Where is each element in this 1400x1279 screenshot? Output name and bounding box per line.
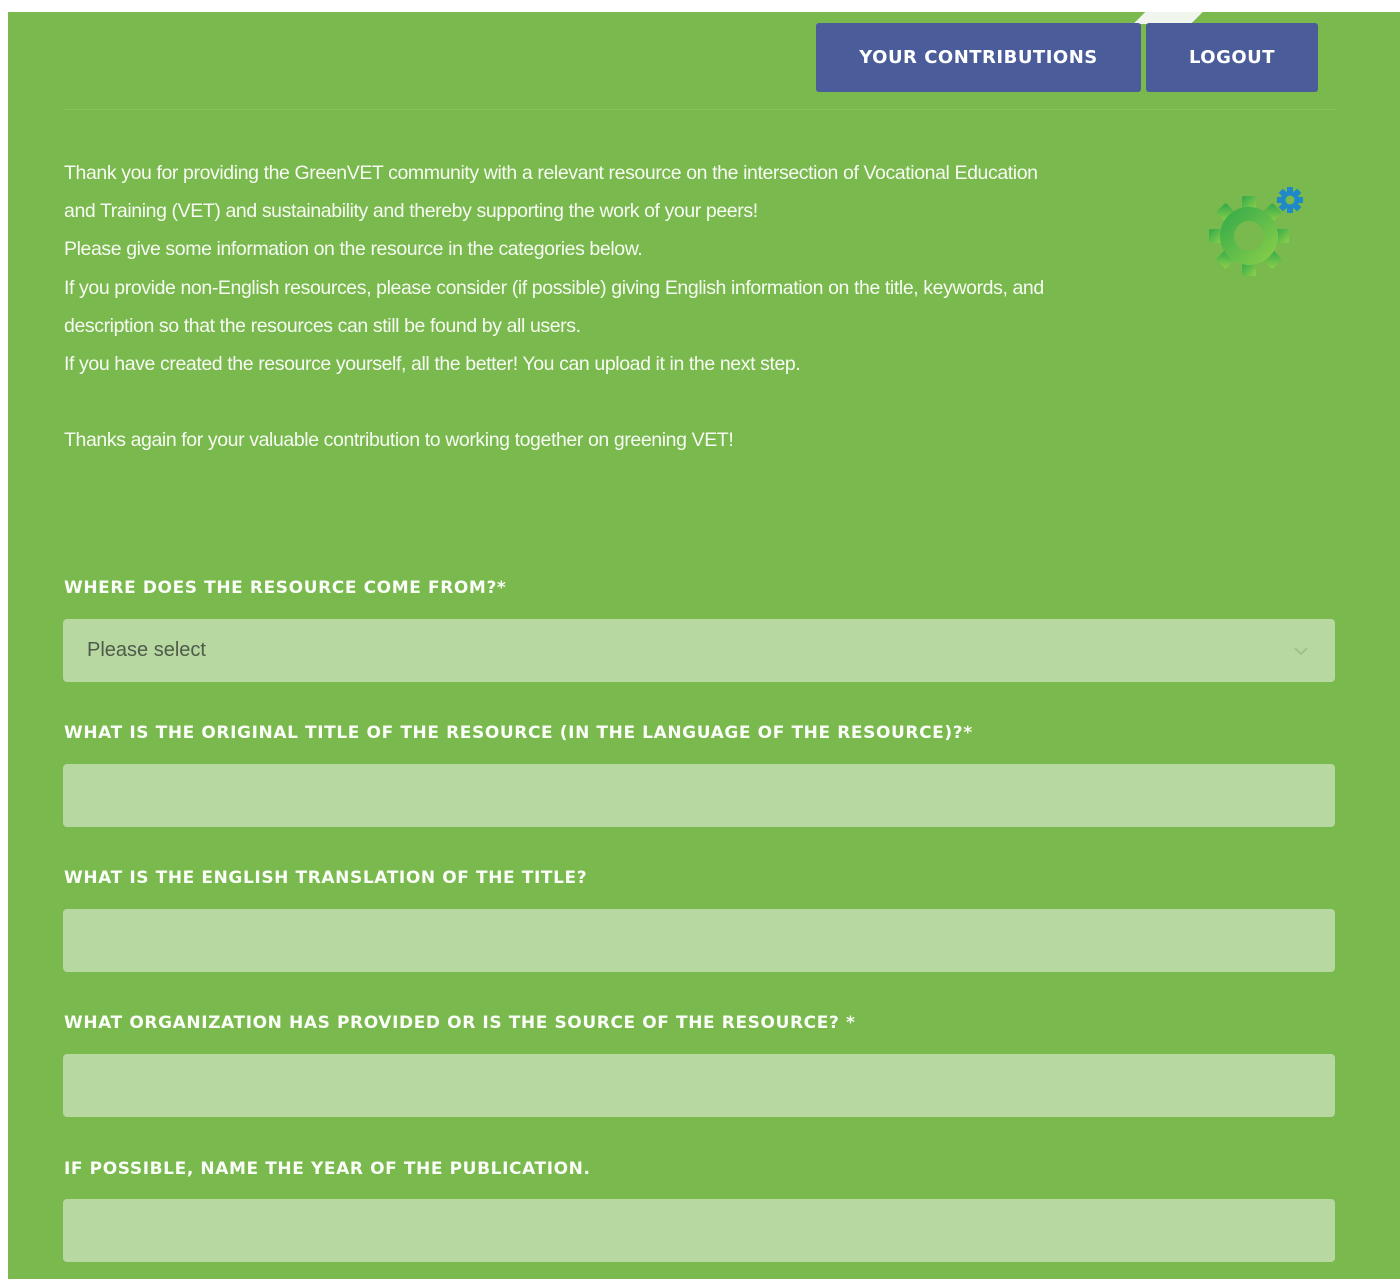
intro-line: Thanks again for your valuable contribut… [64, 429, 734, 452]
your-contributions-button[interactable]: YOUR CONTRIBUTIONS [816, 23, 1141, 92]
intro-line: Thank you for providing the GreenVET com… [64, 162, 1038, 184]
original-title-input[interactable] [63, 764, 1335, 827]
original-title-label: WHAT IS THE ORIGINAL TITLE OF THE RESOUR… [64, 723, 973, 743]
intro-line: Please give some information on the reso… [64, 238, 643, 261]
source-select[interactable]: Please select [63, 619, 1335, 682]
intro-line: If you have created the resource yoursel… [64, 353, 801, 376]
source-selected-value: Please select [87, 639, 206, 661]
intro-line: If you provide non-English resources, pl… [64, 276, 1044, 299]
english-title-label: WHAT IS THE ENGLISH TRANSLATION OF THE T… [64, 868, 588, 888]
chevron-down-icon [1291, 641, 1311, 661]
intro-text: Thank you for providing the GreenVET com… [64, 154, 1184, 459]
intro-line: description so that the resources can st… [64, 314, 581, 337]
organization-input[interactable] [63, 1054, 1335, 1117]
year-input[interactable] [63, 1199, 1335, 1262]
form-page: YOUR CONTRIBUTIONS LOGOUT Thank you for … [8, 12, 1400, 1279]
source-label: WHERE DOES THE RESOURCE COME FROM?* [64, 578, 507, 598]
gear-icon [1209, 187, 1303, 276]
logout-button[interactable]: LOGOUT [1146, 23, 1318, 92]
intro-line: and Training (VET) and sustainability an… [64, 200, 758, 223]
top-navigation: YOUR CONTRIBUTIONS LOGOUT [63, 12, 1335, 110]
year-label: IF POSSIBLE, NAME THE YEAR OF THE PUBLIC… [64, 1159, 591, 1179]
english-title-input[interactable] [63, 909, 1335, 972]
organization-label: WHAT ORGANIZATION HAS PROVIDED OR IS THE… [64, 1013, 856, 1033]
